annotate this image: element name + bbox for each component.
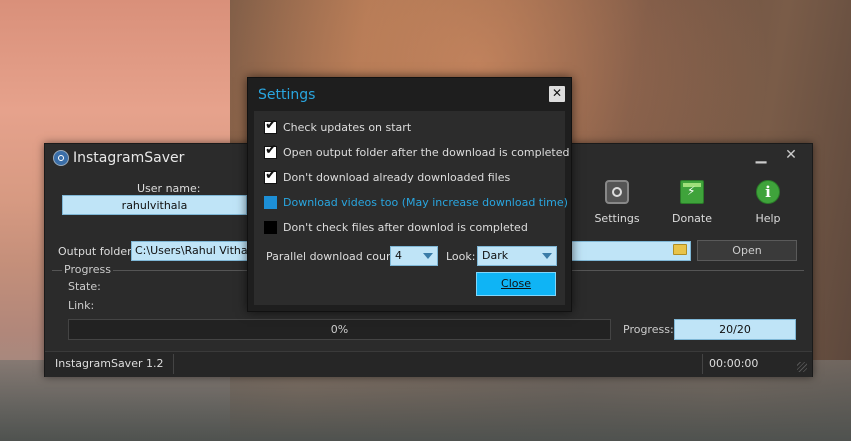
minimize-button[interactable]: ▁ xyxy=(753,148,769,166)
progress-group-title: Progress xyxy=(62,263,113,276)
resize-grip-icon[interactable] xyxy=(797,362,807,372)
parallel-download-value: 4 xyxy=(395,249,402,262)
settings-dialog: Settings ✕ Check updates on start Open o… xyxy=(247,77,572,312)
look-label: Look: xyxy=(446,250,476,263)
settings-button-label: Settings xyxy=(594,212,640,225)
folder-icon[interactable] xyxy=(673,244,687,255)
chevron-down-icon xyxy=(423,253,433,259)
status-time: 00:00:00 xyxy=(709,357,759,370)
progress-label: Progress: xyxy=(623,323,674,336)
progress-percent: 0% xyxy=(330,323,349,336)
close-button-label: Close xyxy=(501,277,531,290)
look-select[interactable]: Dark xyxy=(477,246,557,266)
donate-button[interactable]: Donate xyxy=(662,180,722,230)
option-label: Download videos too (May increase downlo… xyxy=(283,196,568,209)
parallel-download-select[interactable]: 4 xyxy=(390,246,438,266)
checkbox[interactable] xyxy=(264,142,277,159)
open-button[interactable]: Open xyxy=(697,240,797,261)
parallel-download-label: Parallel download count: xyxy=(266,250,402,263)
donate-button-label: Donate xyxy=(672,212,712,225)
username-label: User name: xyxy=(137,182,201,195)
info-icon xyxy=(756,180,780,204)
window-title: InstagramSaver xyxy=(73,150,185,166)
option-label: Don't check files after downlod is compl… xyxy=(283,221,528,234)
checkbox[interactable] xyxy=(264,196,277,209)
battery-icon xyxy=(680,180,704,204)
status-bar: InstagramSaver 1.2 00:00:00 xyxy=(45,351,812,377)
settings-icon xyxy=(605,180,629,204)
status-divider xyxy=(173,354,174,374)
app-icon xyxy=(53,150,69,166)
chevron-down-icon xyxy=(542,253,552,259)
close-button[interactable]: Close xyxy=(476,272,556,296)
dialog-title: Settings xyxy=(258,87,316,103)
status-divider xyxy=(702,354,703,374)
checkbox[interactable] xyxy=(264,117,277,134)
close-window-button[interactable]: ✕ xyxy=(783,147,799,165)
progress-count: 20/20 xyxy=(674,319,796,340)
settings-button[interactable]: Settings xyxy=(587,180,647,230)
option-label: Check updates on start xyxy=(283,121,412,134)
help-button-label: Help xyxy=(755,212,781,225)
status-version: InstagramSaver 1.2 xyxy=(55,357,164,370)
option-label: Don't download already downloaded files xyxy=(283,171,511,184)
option-label: Open output folder after the download is… xyxy=(283,146,570,159)
checkbox[interactable] xyxy=(264,221,277,234)
output-folder-label: Output folder: xyxy=(58,245,136,258)
link-label: Link: xyxy=(68,299,95,312)
username-input[interactable]: rahulvithala xyxy=(62,195,247,215)
help-button[interactable]: Help xyxy=(738,180,798,230)
state-label: State: xyxy=(68,280,101,293)
dialog-body: Check updates on start Open output folde… xyxy=(254,111,569,305)
progress-bar: 0% xyxy=(68,319,611,340)
look-value: Dark xyxy=(482,249,509,262)
checkbox[interactable] xyxy=(264,167,277,184)
dialog-close-icon[interactable]: ✕ xyxy=(549,86,565,102)
